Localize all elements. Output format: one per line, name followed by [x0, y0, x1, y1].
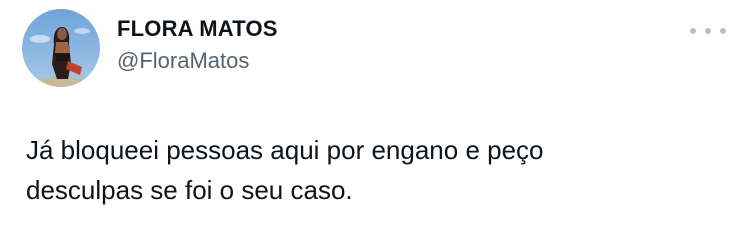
more-options-icon[interactable]: [690, 20, 726, 42]
display-name[interactable]: FLORA MATOS: [117, 16, 278, 42]
tweet-text-line: Já bloqueei pessoas aqui por engano e pe…: [26, 135, 544, 165]
dot: [690, 28, 696, 34]
tweet-text-line: desculpas se foi o seu caso.: [26, 175, 353, 205]
avatar[interactable]: [22, 9, 100, 87]
dot: [720, 28, 726, 34]
avatar-photo: [22, 9, 100, 87]
tweet-text: Já bloqueei pessoas aqui por engano e pe…: [26, 130, 726, 210]
dot: [705, 28, 711, 34]
tweet-card: FLORA MATOS @FloraMatos Já bloqueei pess…: [0, 0, 749, 249]
user-handle[interactable]: @FloraMatos: [117, 48, 249, 74]
